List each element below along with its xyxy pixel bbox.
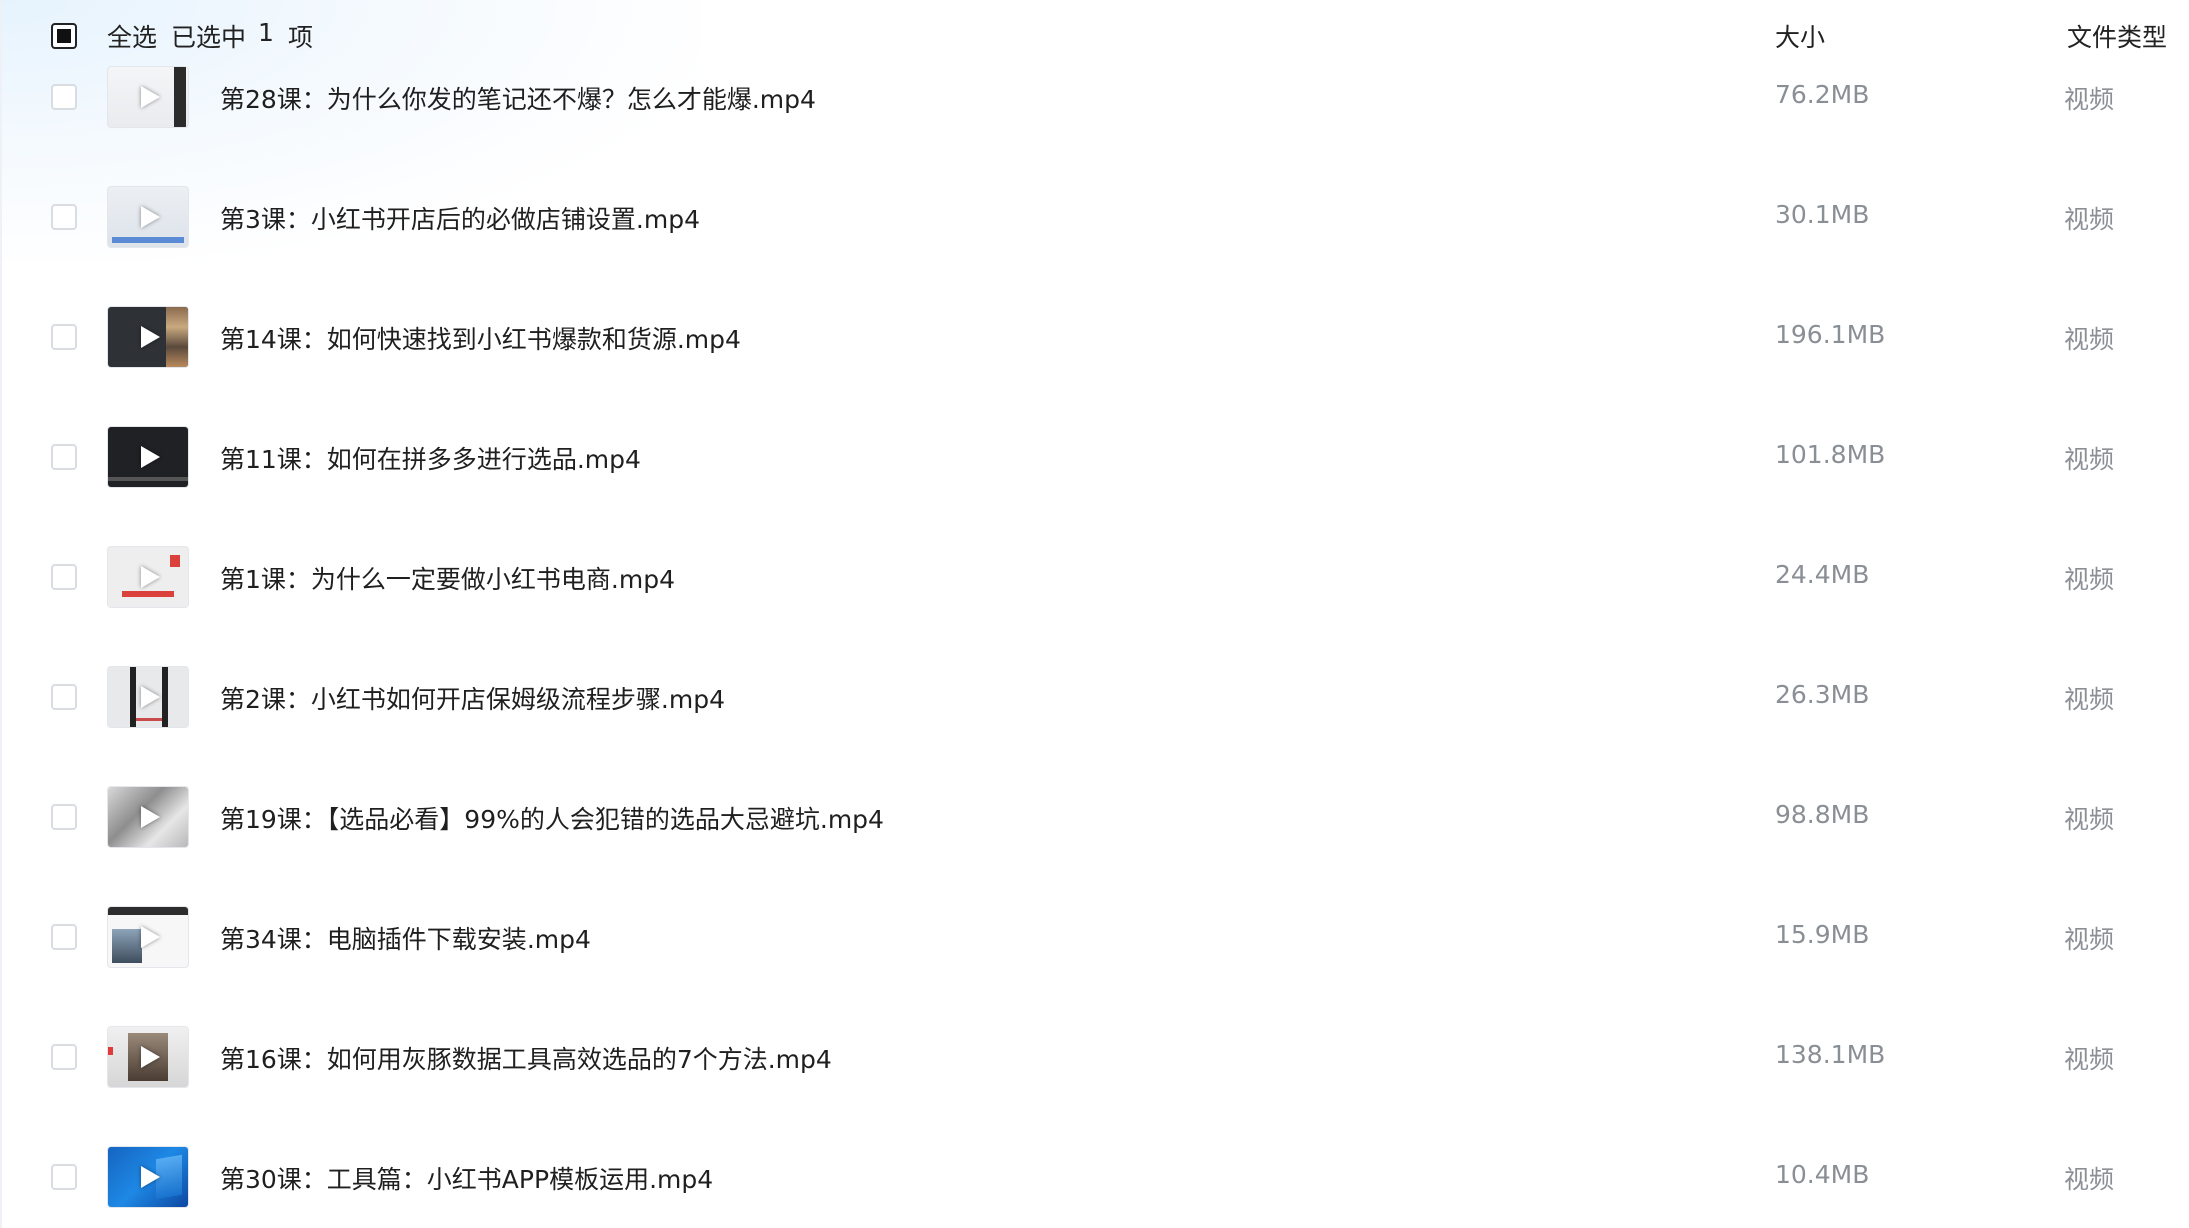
- file-size: 30.1MB: [1775, 200, 1870, 229]
- file-type: 视频: [2064, 565, 2115, 594]
- row-checkbox[interactable]: [51, 1044, 77, 1070]
- file-size: 196.1MB: [1775, 320, 1886, 349]
- file-size: 26.3MB: [1775, 680, 1870, 709]
- file-type: 视频: [2064, 325, 2115, 354]
- row-checkbox[interactable]: [51, 204, 77, 230]
- video-thumbnail[interactable]: [108, 1027, 188, 1087]
- file-row[interactable]: 第2课：小红书如何开店保姆级流程步骤.mp4 26.3MB 视频: [0, 637, 2189, 757]
- file-name[interactable]: 第14课：如何快速找到小红书爆款和货源.mp4: [220, 320, 741, 356]
- file-row[interactable]: 第1课：为什么一定要做小红书电商.mp4 24.4MB 视频: [0, 517, 2189, 637]
- row-checkbox[interactable]: [51, 564, 77, 590]
- file-type: 视频: [2064, 805, 2115, 834]
- file-row[interactable]: 第30课：工具篇：小红书APP模板运用.mp4 10.4MB 视频: [0, 1101, 2189, 1221]
- video-thumbnail[interactable]: [108, 187, 188, 247]
- video-thumbnail[interactable]: [108, 427, 188, 487]
- file-row[interactable]: 第16课：如何用灰豚数据工具高效选品的7个方法.mp4 138.1MB 视频: [0, 997, 2189, 1117]
- file-name[interactable]: 第19课：【选品必看】99%的人会犯错的选品大忌避坑.mp4: [220, 800, 884, 836]
- file-size: 76.2MB: [1775, 80, 1870, 109]
- video-thumbnail[interactable]: [108, 547, 188, 607]
- play-icon: [141, 1046, 160, 1068]
- play-icon: [141, 86, 160, 108]
- video-thumbnail[interactable]: [108, 787, 188, 847]
- file-row[interactable]: 第34课：电脑插件下载安装.mp4 15.9MB 视频: [0, 877, 2189, 997]
- file-row[interactable]: 第28课：为什么你发的笔记还不爆？怎么才能爆.mp4 76.2MB 视频: [0, 37, 2189, 157]
- file-type: 视频: [2064, 1045, 2115, 1074]
- video-thumbnail[interactable]: [108, 667, 188, 727]
- row-checkbox[interactable]: [51, 684, 77, 710]
- video-thumbnail[interactable]: [108, 1147, 188, 1207]
- row-checkbox[interactable]: [51, 324, 77, 350]
- row-checkbox[interactable]: [51, 444, 77, 470]
- file-name[interactable]: 第34课：电脑插件下载安装.mp4: [220, 920, 591, 956]
- file-name[interactable]: 第30课：工具篇：小红书APP模板运用.mp4: [220, 1160, 713, 1196]
- row-checkbox[interactable]: [51, 1164, 77, 1190]
- file-row[interactable]: 第11课：如何在拼多多进行选品.mp4 101.8MB 视频: [0, 397, 2189, 517]
- file-row[interactable]: 第19课：【选品必看】99%的人会犯错的选品大忌避坑.mp4 98.8MB 视频: [0, 757, 2189, 877]
- file-name[interactable]: 第2课：小红书如何开店保姆级流程步骤.mp4: [220, 680, 725, 716]
- row-checkbox[interactable]: [51, 84, 77, 110]
- file-type: 视频: [2064, 205, 2115, 234]
- file-name[interactable]: 第1课：为什么一定要做小红书电商.mp4: [220, 560, 675, 596]
- play-icon: [141, 326, 160, 348]
- file-name[interactable]: 第3课：小红书开店后的必做店铺设置.mp4: [220, 200, 700, 236]
- row-checkbox[interactable]: [51, 924, 77, 950]
- file-row[interactable]: 第3课：小红书开店后的必做店铺设置.mp4 30.1MB 视频: [0, 157, 2189, 277]
- play-icon: [141, 926, 160, 948]
- file-type: 视频: [2064, 925, 2115, 954]
- video-thumbnail[interactable]: [108, 907, 188, 967]
- row-checkbox[interactable]: [51, 804, 77, 830]
- file-name[interactable]: 第16课：如何用灰豚数据工具高效选品的7个方法.mp4: [220, 1040, 832, 1076]
- file-size: 15.9MB: [1775, 920, 1870, 949]
- play-icon: [141, 206, 160, 228]
- file-size: 10.4MB: [1775, 1160, 1870, 1189]
- file-type: 视频: [2064, 445, 2115, 474]
- video-thumbnail[interactable]: [108, 67, 188, 127]
- file-row[interactable]: 第14课：如何快速找到小红书爆款和货源.mp4 196.1MB 视频: [0, 277, 2189, 397]
- play-icon: [141, 446, 160, 468]
- file-size: 138.1MB: [1775, 1040, 1886, 1069]
- file-size: 98.8MB: [1775, 800, 1870, 829]
- file-size: 24.4MB: [1775, 560, 1870, 589]
- play-icon: [141, 1166, 160, 1188]
- video-thumbnail[interactable]: [108, 307, 188, 367]
- file-size: 101.8MB: [1775, 440, 1886, 469]
- play-icon: [141, 566, 160, 588]
- play-icon: [141, 806, 160, 828]
- file-type: 视频: [2064, 1165, 2115, 1194]
- play-icon: [141, 686, 160, 708]
- file-type: 视频: [2064, 85, 2115, 114]
- file-type: 视频: [2064, 685, 2115, 714]
- file-name[interactable]: 第11课：如何在拼多多进行选品.mp4: [220, 440, 641, 476]
- file-name[interactable]: 第28课：为什么你发的笔记还不爆？怎么才能爆.mp4: [220, 80, 816, 116]
